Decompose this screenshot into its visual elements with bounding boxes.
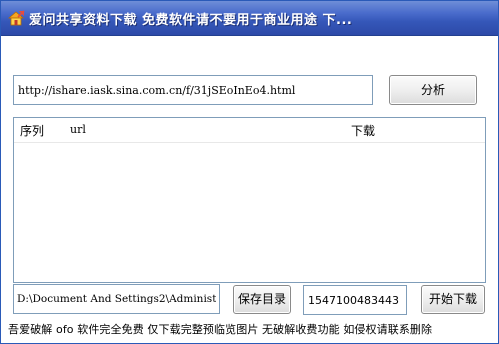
title-bar[interactable]: 爱问共享资料下载 免费软件请不要用于商业用途 下... [1, 1, 498, 36]
code-input[interactable] [303, 285, 407, 315]
save-path-input[interactable] [13, 284, 220, 314]
analyze-button[interactable]: 分析 [389, 75, 477, 105]
column-header-sequence[interactable]: 序列 [20, 122, 44, 139]
window-title: 爱问共享资料下载 免费软件请不要用于商业用途 下... [29, 13, 353, 28]
column-header-download[interactable]: 下载 [351, 122, 375, 139]
house-arrow-icon [7, 10, 25, 26]
app-window: 爱问共享资料下载 免费软件请不要用于商业用途 下... 分析 序列 url 下载… [0, 0, 499, 344]
save-directory-button[interactable]: 保存目录 [233, 285, 291, 314]
start-download-button[interactable]: 开始下载 [421, 285, 485, 314]
url-input[interactable] [13, 75, 373, 105]
list-header: 序列 url 下载 [14, 118, 485, 143]
download-list[interactable]: 序列 url 下载 [13, 117, 486, 283]
status-text: 吾爱破解 ofo 软件完全免费 仅下载完整预临览图片 无破解收费功能 如侵权请联… [8, 323, 433, 336]
column-header-url[interactable]: url [70, 123, 86, 136]
